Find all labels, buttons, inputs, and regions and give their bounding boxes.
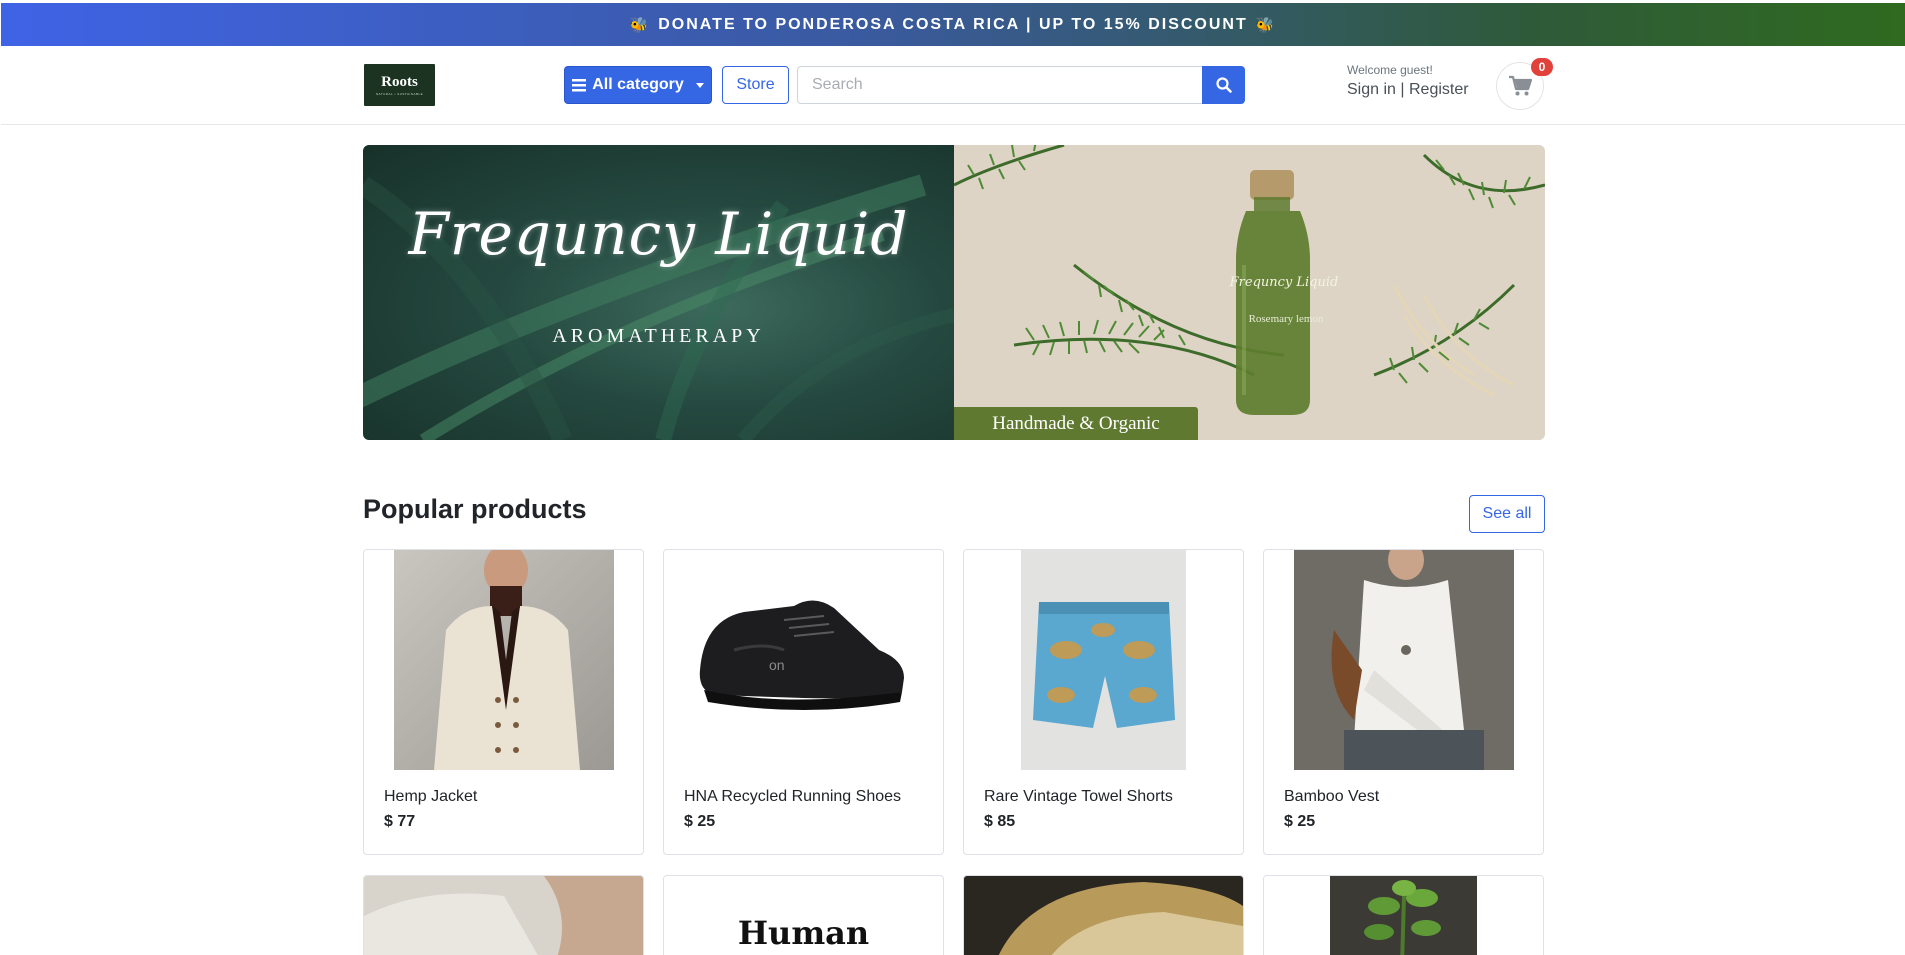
product-price: $ 77 <box>384 813 416 830</box>
product-name[interactable]: Bamboo Vest <box>1284 788 1379 806</box>
bee-icon: 🐝 <box>1255 16 1277 34</box>
auth-separator: | <box>1400 81 1405 98</box>
product-card[interactable] <box>1263 875 1544 955</box>
logo-text: Roots <box>381 73 418 90</box>
product-name[interactable]: HNA Recycled Running Shoes <box>684 788 901 806</box>
search-input[interactable] <box>797 66 1203 104</box>
product-image[interactable] <box>964 550 1243 770</box>
menu-icon <box>572 78 587 91</box>
product-price: $ 25 <box>1284 813 1316 830</box>
bottle-brand-text: Frequncy Liquid <box>1229 275 1339 290</box>
product-name[interactable]: Hemp Jacket <box>384 788 477 806</box>
store-button[interactable]: Store <box>722 66 789 104</box>
caret-down-icon <box>695 82 704 88</box>
towel-shorts-image <box>1021 550 1186 770</box>
product-image[interactable]: on <box>664 550 943 770</box>
product-card[interactable] <box>363 875 644 955</box>
welcome-text: Welcome guest! <box>1347 63 1433 77</box>
see-all-button[interactable]: See all <box>1469 495 1545 533</box>
promo-text: DONATE TO PONDEROSA COSTA RICA | UP TO 1… <box>658 15 1248 33</box>
logo[interactable]: Roots NATURAL • SUSTAINABLE <box>364 64 435 106</box>
product-image[interactable] <box>364 550 643 770</box>
handmade-organic-badge: Handmade & Organic <box>954 407 1198 440</box>
register-link[interactable]: Register <box>1409 81 1469 98</box>
popular-products-heading: Popular products <box>363 494 587 524</box>
promo-banner[interactable]: 🐝 DONATE TO PONDEROSA COSTA RICA | UP TO… <box>1 3 1905 46</box>
all-category-button[interactable]: All category <box>564 66 712 104</box>
search-button[interactable] <box>1202 66 1245 104</box>
product-image[interactable] <box>364 876 643 955</box>
product-card[interactable]: Hemp Jacket $ 77 <box>363 549 644 855</box>
product-card[interactable]: on HNA Recycled Running Shoes $ 25 <box>663 549 944 855</box>
auth-links: Sign in | Register <box>1347 81 1469 99</box>
rosemary-bottle-illustration <box>954 145 1545 415</box>
logo-tagline: NATURAL • SUSTAINABLE <box>375 91 424 96</box>
product-card[interactable]: Bamboo Vest $ 25 <box>1263 549 1544 855</box>
shopping-cart-icon <box>1509 75 1532 96</box>
banner-title: Frequncy Liquid <box>408 200 909 268</box>
product-price: $ 85 <box>984 813 1016 830</box>
bottle-label-text: Rosemary lemon <box>1248 313 1324 325</box>
product-card[interactable]: Human <box>663 875 944 955</box>
sign-in-link[interactable]: Sign in <box>1347 81 1396 98</box>
product-image[interactable] <box>1264 876 1543 955</box>
all-category-label: All category <box>592 76 684 93</box>
product-card[interactable] <box>963 875 1244 955</box>
bamboo-vest-image <box>1293 550 1514 770</box>
product-image[interactable] <box>1264 550 1543 770</box>
banner-right-panel: Frequncy Liquid Rosemary lemon Handmade … <box>954 145 1545 440</box>
hemp-jacket-image <box>393 550 614 770</box>
grass-leaves-illustration <box>363 174 954 440</box>
search-icon <box>1215 77 1232 93</box>
banner-subtitle: AROMATHERAPY <box>552 325 765 347</box>
bee-icon: 🐝 <box>629 16 651 34</box>
svg-text:on: on <box>769 657 785 673</box>
product-image-caption: Human <box>737 914 870 952</box>
product-name[interactable]: Rare Vintage Towel Shorts <box>984 788 1173 806</box>
running-shoes-image: on <box>664 550 943 770</box>
banner-left-panel: Frequncy Liquid AROMATHERAPY <box>363 145 954 440</box>
hero-banner[interactable]: Frequncy Liquid AROMATHERAPY Frequncy Li… <box>363 145 1545 440</box>
cart-count-badge: 0 <box>1531 58 1553 76</box>
product-price: $ 25 <box>684 813 716 830</box>
product-image[interactable] <box>964 876 1243 955</box>
product-card[interactable]: Rare Vintage Towel Shorts $ 85 <box>963 549 1244 855</box>
site-header: Roots NATURAL • SUSTAINABLE All category… <box>1 46 1905 125</box>
